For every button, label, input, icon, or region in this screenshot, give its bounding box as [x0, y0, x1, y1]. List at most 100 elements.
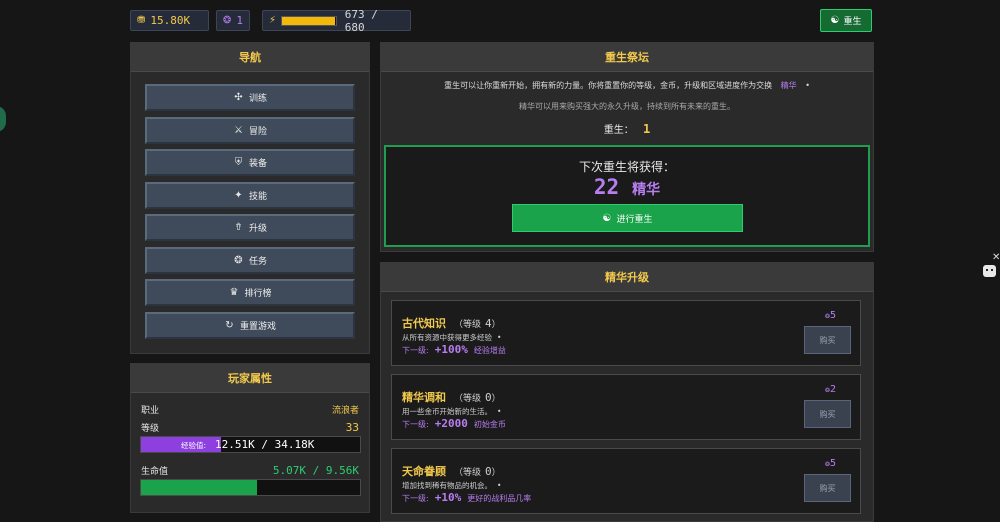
upgrade-effect: 更好的战利品几率 — [467, 494, 532, 503]
dumbbell-icon: ✣ — [234, 92, 243, 103]
nav-button-label: 装备 — [248, 159, 267, 169]
rebirth-description: 重生可以让你重新开始，拥有新的力量。你将重置你的等级，金币，升级和区域进度作为交… — [444, 81, 810, 90]
level-label: 等级 — [141, 424, 160, 434]
next-rebirth-label: 下次重生将获得： — [578, 160, 675, 174]
yin-yang-icon: ☯ — [602, 212, 612, 224]
essence-description: 精华可以用来购买强大的永久升级，持续到所有未来的重生。 — [519, 102, 735, 111]
nav-button-5[interactable]: ⇮ 升级 — [145, 214, 355, 241]
level-row: 等级 33 — [141, 421, 359, 434]
upgrade-cost: ❂2 — [825, 384, 836, 395]
upgrade-card: 精华调和 （等级 0） 用一些金币开始新的生活。 • 下一级: +2000 初始金币 ❂2 购买 — [391, 374, 861, 440]
class-label: 职业 — [141, 406, 160, 416]
essence-highlight: 精华 — [780, 81, 797, 90]
perform-rebirth-button[interactable]: ☯ 进行重生 — [512, 204, 743, 232]
armor-icon: ⛨ — [234, 157, 243, 168]
next-rebirth-reward: 22 精华 — [386, 175, 868, 199]
gold-counter: ⛃ 15.80K — [130, 10, 209, 31]
nav-button-3[interactable]: ⛨ 装备 — [145, 149, 355, 176]
rebirth-top-button[interactable]: ☯ 重生 — [820, 9, 872, 32]
upgrade-cost: ❂5 — [825, 310, 836, 321]
rebirth-count: 重生： 1 — [603, 122, 651, 136]
upgrade-name: 精华调和 （等级 0） — [402, 391, 501, 404]
rebirth-altar-title: 重生祭坛 — [381, 43, 873, 72]
side-drawer-handle[interactable] — [0, 106, 6, 132]
class-value: 流浪者 — [331, 406, 359, 416]
nav-button-7[interactable]: ♛ 排行榜 — [145, 279, 355, 306]
nav-button-label: 任务 — [248, 256, 267, 267]
buy-upgrade-button[interactable]: 购买 — [804, 326, 851, 354]
energy-value: 673 / 680 — [344, 7, 378, 34]
upgrade-next-amount: +100% — [434, 343, 468, 356]
upgrade-description: 增加找到稀有物品的机会。 • — [402, 481, 502, 490]
crossed-swords-icon: ⚔ — [234, 124, 243, 136]
buy-upgrade-button[interactable]: 购买 — [804, 474, 851, 502]
upgrade-next-level: 下一级: +2000 初始金币 — [402, 417, 506, 430]
rebirth-altar-panel: 重生祭坛 重生可以让你重新开始，拥有新的力量。你将重置你的等级，金币，升级和区域… — [380, 42, 874, 252]
nav-button-label: 技能 — [248, 191, 267, 202]
quest-icon: ❂ — [234, 254, 243, 266]
nav-button-label: 重置游戏 — [239, 321, 276, 332]
nav-button-8[interactable]: ↻ 重置游戏 — [145, 311, 355, 339]
upgrade-name: 天命眷顾 （等级 0） — [402, 465, 501, 478]
nav-button-label: 冒险 — [248, 126, 267, 137]
reset-icon: ↻ — [225, 319, 234, 331]
yin-yang-icon: ☯ — [830, 15, 840, 26]
skill-icon: ✦ — [234, 189, 243, 201]
nav-button-label: 升级 — [248, 224, 267, 234]
hp-bar — [140, 479, 361, 496]
upgrade-name: 古代知识 （等级 4） — [402, 317, 501, 330]
essence-icon: ❂ — [223, 15, 232, 26]
rebirth-count-value: 1 — [642, 122, 651, 136]
hp-row: 生命值 5.07K / 9.56K — [141, 464, 359, 477]
upgrade-next-level: 下一级: +100% 经验增益 — [402, 343, 506, 356]
essence-value: 1 — [236, 14, 244, 27]
upgrade-icon: ⇮ — [234, 222, 243, 233]
upgrade-card: 古代知识 （等级 4） 从所有资源中获得更多经验 • 下一级: +100% 经验增益 ❂5 购买 — [391, 300, 861, 366]
navigation-title: 导航 — [131, 43, 369, 72]
essence-counter: ❂ 1 — [216, 10, 250, 31]
rebirth-top-label: 重生 — [843, 17, 862, 27]
next-rebirth-unit: 精华 — [632, 182, 661, 198]
upgrade-level: （等级 4） — [454, 317, 501, 330]
exp-value: 12.51K / 34.18K — [215, 438, 315, 451]
energy-counter: ⚡ 673 / 680 — [262, 7, 411, 34]
exp-bar: 经验值: 12.51K / 34.18K — [140, 436, 361, 453]
player-stats-panel: 玩家属性 职业 流浪者 等级 33 经验值: 12.51K / 34.18K 生… — [130, 363, 370, 513]
upgrade-effect: 经验增益 — [473, 346, 506, 355]
hp-value: 5.07K / 9.56K — [272, 464, 359, 477]
nav-button-1[interactable]: ✣ 训练 — [145, 84, 355, 111]
next-rebirth-box: 下次重生将获得： 22 精华 ☯ 进行重生 — [384, 145, 870, 247]
upgrade-cost: ❂5 — [825, 458, 836, 469]
next-rebirth-amount: 22 — [593, 175, 620, 199]
upgrade-next-amount: +2000 — [434, 417, 468, 430]
upgrade-description: 从所有资源中获得更多经验 • — [402, 333, 502, 342]
right-edge-tools: ✕ — [983, 252, 1000, 277]
buy-upgrade-button[interactable]: 购买 — [804, 400, 851, 428]
essence-upgrades-panel: 精华升级 古代知识 （等级 4） 从所有资源中获得更多经验 • 下一级: +100% 经验增益… — [380, 262, 874, 522]
nav-button-label: 排行榜 — [244, 289, 272, 299]
exp-label: 经验值: — [181, 441, 207, 450]
navigation-panel: 导航 ✣ 训练 ⚔ 冒险 ⛨ 装备 ✦ 技能 ⇮ 升级 ❂ 任务 ♛ 排行榜 ↻ 重置游戏 — [130, 42, 370, 354]
nav-button-6[interactable]: ❂ 任务 — [145, 246, 355, 274]
player-stats-title: 玩家属性 — [131, 364, 369, 393]
close-icon[interactable]: ✕ — [992, 252, 1000, 263]
upgrade-description: 用一些金币开始新的生活。 • — [402, 407, 502, 416]
upgrade-level: （等级 0） — [454, 465, 501, 478]
trophy-icon: ♛ — [229, 287, 239, 298]
upgrade-card: 天命眷顾 （等级 0） 增加找到稀有物品的机会。 • 下一级: +10% 更好的战利品几率 ❂5… — [391, 448, 861, 514]
upgrade-level: （等级 0） — [454, 391, 501, 404]
upgrade-effect: 初始金币 — [473, 420, 506, 429]
hp-label: 生命值 — [141, 467, 169, 477]
upgrade-next-amount: +10% — [434, 491, 462, 504]
cat-icon[interactable] — [983, 265, 996, 277]
class-row: 职业 流浪者 — [141, 403, 359, 416]
energy-bar — [281, 15, 337, 26]
upgrade-next-level: 下一级: +10% 更好的战利品几率 — [402, 491, 532, 504]
nav-button-2[interactable]: ⚔ 冒险 — [145, 116, 355, 144]
essence-upgrades-title: 精华升级 — [381, 263, 873, 292]
lightning-icon: ⚡ — [269, 15, 277, 26]
coins-icon: ⛃ — [137, 15, 146, 26]
perform-rebirth-label: 进行重生 — [616, 214, 653, 225]
nav-button-4[interactable]: ✦ 技能 — [145, 181, 355, 209]
gold-value: 15.80K — [150, 14, 191, 27]
